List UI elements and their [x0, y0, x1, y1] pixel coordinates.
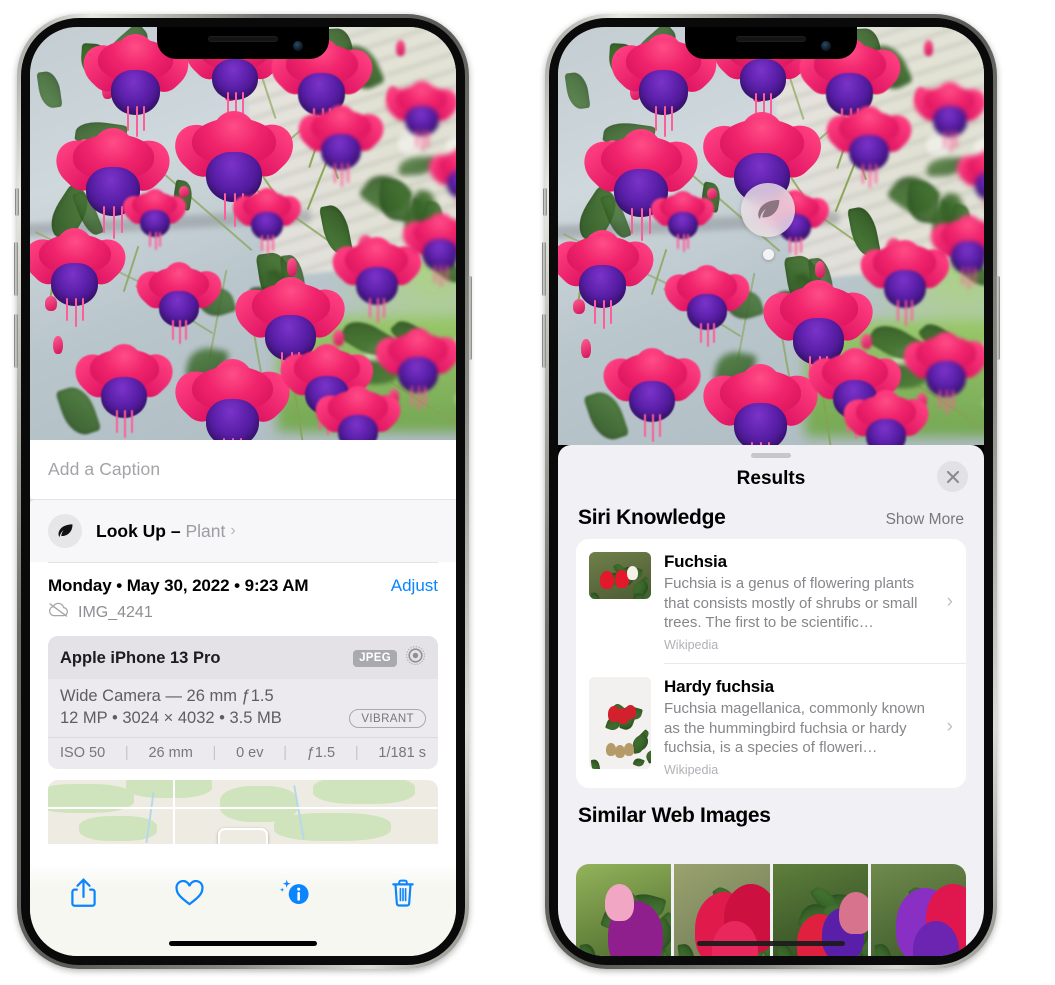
siri-knowledge-title: Siri Knowledge — [578, 506, 726, 529]
exif-stat-separator: | — [124, 745, 129, 761]
look-up-subject: Plant — [185, 520, 226, 541]
result-description: Fuchsia magellanica, commonly known as t… — [664, 699, 925, 757]
web-image-thumb[interactable] — [870, 864, 966, 956]
screen-right: Results Siri Knowledge Show More Fuchsia… — [558, 27, 984, 956]
home-indicator-left[interactable] — [169, 941, 317, 946]
look-up-label: Look Up – Plant — [96, 521, 225, 542]
map-photo-pin[interactable] — [218, 828, 268, 844]
photo-date: Monday • May 30, 2022 • 9:23 AM — [48, 576, 309, 595]
result-source: Wikipedia — [664, 637, 719, 652]
result-thumbnail — [589, 676, 651, 769]
result-thumbnail — [589, 552, 651, 599]
exif-stat-separator: | — [354, 745, 359, 761]
delete-button[interactable] — [376, 872, 430, 914]
result-source: Wikipedia — [664, 762, 719, 777]
sheet-title: Results — [736, 468, 806, 489]
look-up-row[interactable]: Look Up – Plant › — [30, 496, 456, 562]
power-button-right[interactable] — [996, 276, 1000, 360]
exif-stats-row: ISO 50 | 26 mm | 0 ev | ƒ1.5 | 1/181 s — [48, 737, 438, 769]
notch-left — [157, 27, 329, 59]
exif-header: Apple iPhone 13 Pro JPEG — [48, 636, 438, 679]
metadata-block: Monday • May 30, 2022 • 9:23 AM Adjust I… — [30, 563, 456, 623]
photo-filename: IMG_4241 — [78, 603, 153, 621]
exif-stat-separator: | — [283, 745, 288, 761]
silent-switch-right[interactable] — [543, 188, 547, 216]
exif-stat-iso: ISO 50 — [60, 745, 106, 761]
exif-stat-aperture: ƒ1.5 — [306, 745, 336, 761]
photographic-style-badge: VIBRANT — [349, 709, 426, 728]
look-up-title: Look Up – — [96, 520, 186, 541]
volume-up-button-left[interactable] — [14, 242, 18, 296]
screen-left: Add a Caption Look Up – Plant › Monday •… — [30, 27, 456, 956]
result-title: Fuchsia — [664, 552, 727, 571]
location-map[interactable] — [48, 780, 438, 844]
exif-body: Wide Camera — 26 mm ƒ1.5 12 MP • 3024 × … — [48, 679, 438, 737]
volume-down-button-left[interactable] — [14, 314, 18, 368]
volume-down-button-right[interactable] — [542, 314, 546, 368]
resolution-info: 12 MP • 3024 × 4032 • 3.5 MB — [60, 709, 282, 727]
similar-web-images-title: Similar Web Images — [578, 803, 771, 827]
filename-row: IMG_4241 — [48, 602, 438, 623]
silent-switch-left[interactable] — [15, 188, 19, 216]
results-sheet: Results Siri Knowledge Show More Fuchsia… — [558, 445, 984, 956]
similar-web-images-header: Similar Web Images — [558, 788, 984, 837]
photo-viewer-right[interactable] — [558, 27, 984, 445]
phone-right: Results Siri Knowledge Show More Fuchsia… — [542, 14, 1000, 969]
exif-header-right: JPEG — [353, 645, 426, 671]
photo-toolbar — [30, 864, 456, 956]
favorite-button[interactable] — [163, 872, 217, 914]
earpiece-speaker-right — [736, 36, 806, 42]
show-more-button[interactable]: Show More — [886, 511, 964, 529]
chevron-right-icon: › — [946, 715, 953, 737]
exif-resolution-row: 12 MP • 3024 × 4032 • 3.5 MB VIBRANT — [60, 709, 426, 728]
siri-knowledge-header: Siri Knowledge Show More — [558, 500, 984, 539]
lens-info: Wide Camera — 26 mm ƒ1.5 — [60, 687, 274, 705]
info-button[interactable] — [269, 872, 323, 914]
notch-right — [685, 27, 857, 59]
result-body: Fuchsia Fuchsia is a genus of flowering … — [664, 552, 941, 652]
result-description: Fuchsia is a genus of flowering plants t… — [664, 575, 918, 632]
chevron-right-icon: › — [230, 522, 236, 539]
exif-stat-focal: 26 mm — [148, 745, 193, 761]
camera-device: Apple iPhone 13 Pro — [60, 648, 221, 667]
front-camera-left — [293, 41, 303, 51]
knowledge-result-row[interactable]: Hardy fuchsia Fuchsia magellanica, commo… — [576, 664, 966, 788]
siri-knowledge-card-list: Fuchsia Fuchsia is a genus of flowering … — [576, 539, 966, 788]
caption-placeholder: Add a Caption — [48, 459, 161, 479]
exif-stat-exposure: 0 ev — [236, 745, 264, 761]
exif-stat-separator: | — [212, 745, 217, 761]
photo-viewer-left[interactable] — [30, 27, 456, 440]
format-badge: JPEG — [353, 649, 397, 667]
leaf-badge-icon — [48, 514, 82, 548]
sparkles-icon — [30, 495, 42, 518]
share-button[interactable] — [56, 872, 110, 914]
exif-card: Apple iPhone 13 Pro JPEG Wide Camera — 2… — [48, 636, 438, 769]
icloud-slash-icon — [48, 602, 69, 623]
home-indicator-right[interactable] — [697, 941, 845, 946]
close-button[interactable] — [937, 461, 968, 492]
power-button-left[interactable] — [468, 276, 472, 360]
volume-up-button-right[interactable] — [542, 242, 546, 296]
caption-field-row[interactable]: Add a Caption — [30, 440, 456, 500]
earpiece-speaker-left — [208, 36, 278, 42]
visual-lookup-anchor-dot — [763, 249, 774, 260]
fuchsia-photo-left — [30, 27, 456, 440]
photo-info-panel: Add a Caption Look Up – Plant › Monday •… — [30, 440, 456, 956]
date-row: Monday • May 30, 2022 • 9:23 AM Adjust — [48, 576, 438, 596]
camera-lens-icon — [405, 645, 426, 671]
exif-stat-shutter: 1/181 s — [378, 745, 426, 761]
result-body: Hardy fuchsia Fuchsia magellanica, commo… — [664, 677, 941, 777]
phone-left: Add a Caption Look Up – Plant › Monday •… — [14, 14, 472, 969]
adjust-button[interactable]: Adjust — [391, 576, 438, 596]
knowledge-result-row[interactable]: Fuchsia Fuchsia is a genus of flowering … — [576, 539, 966, 663]
chevron-right-icon: › — [946, 590, 953, 612]
front-camera-right — [821, 41, 831, 51]
result-title: Hardy fuchsia — [664, 676, 774, 696]
sheet-header: Results — [558, 458, 984, 500]
screenshot-stage: Add a Caption Look Up – Plant › Monday •… — [0, 0, 1055, 985]
visual-lookup-badge[interactable] — [741, 183, 795, 237]
web-image-thumb[interactable] — [576, 864, 672, 956]
